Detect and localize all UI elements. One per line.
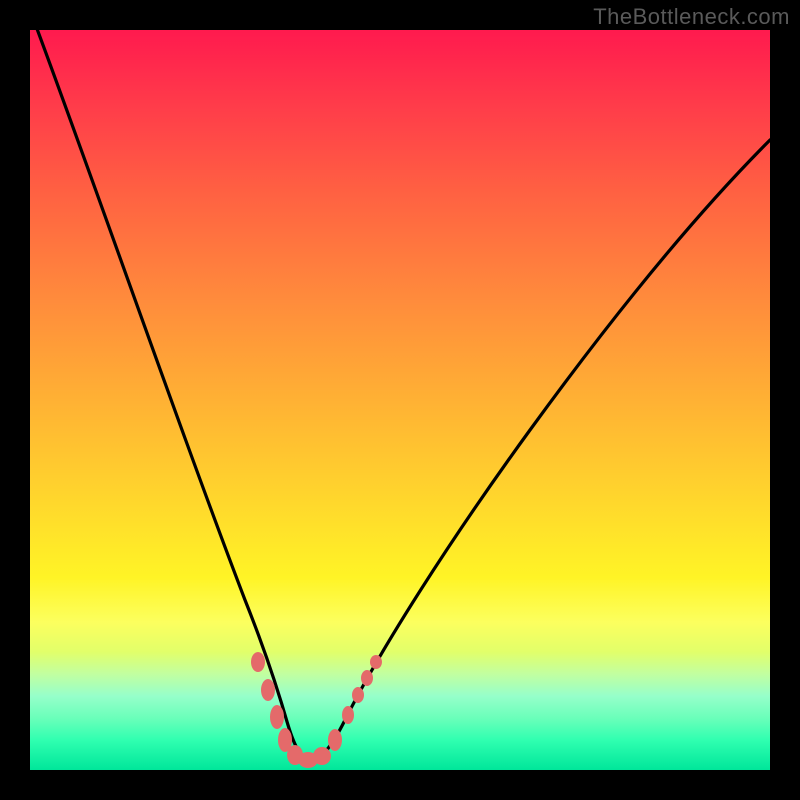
marker-dot — [270, 705, 284, 729]
marker-dot — [361, 670, 373, 686]
marker-dot — [342, 706, 354, 724]
attribution-label: TheBottleneck.com — [593, 4, 790, 30]
marker-dot — [352, 687, 364, 703]
marker-dot — [261, 679, 275, 701]
marker-dot — [313, 747, 331, 765]
bottleneck-curve — [30, 30, 770, 770]
marker-dot — [370, 655, 382, 669]
curve-path — [30, 30, 770, 760]
marker-dot — [328, 729, 342, 751]
plot-area — [30, 30, 770, 770]
chart-frame: TheBottleneck.com — [0, 0, 800, 800]
marker-dot — [251, 652, 265, 672]
